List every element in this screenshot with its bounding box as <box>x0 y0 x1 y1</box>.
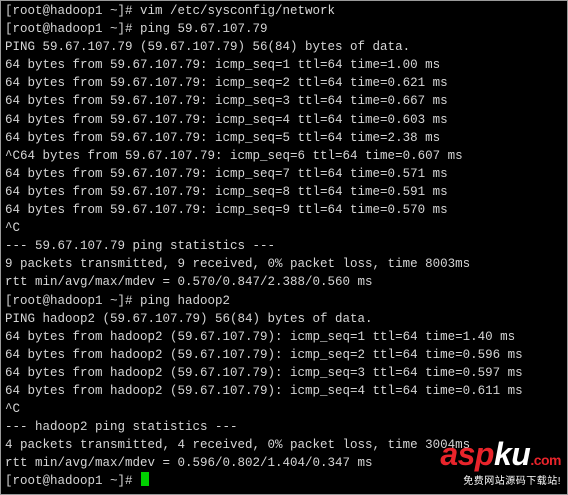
terminal-output: [root@hadoop1 ~]# vim /etc/sysconfig/net… <box>5 2 567 491</box>
terminal-line: 64 bytes from 59.67.107.79: icmp_seq=7 t… <box>5 166 448 181</box>
terminal-line: PING hadoop2 (59.67.107.79) 56(84) bytes… <box>5 311 373 326</box>
terminal-line: ^C64 bytes from 59.67.107.79: icmp_seq=6… <box>5 148 463 163</box>
terminal-line: 64 bytes from hadoop2 (59.67.107.79): ic… <box>5 347 523 362</box>
terminal-line: 64 bytes from hadoop2 (59.67.107.79): ic… <box>5 383 523 398</box>
terminal-line: rtt min/avg/max/mdev = 0.570/0.847/2.388… <box>5 275 373 290</box>
terminal-line: PING 59.67.107.79 (59.67.107.79) 56(84) … <box>5 40 411 55</box>
terminal-line: 9 packets transmitted, 9 received, 0% pa… <box>5 257 471 272</box>
watermark-logo: aspku.com <box>440 436 561 472</box>
terminal-line: 64 bytes from hadoop2 (59.67.107.79): ic… <box>5 329 516 344</box>
watermark: aspku.com 免费网站源码下载站! <box>440 438 561 488</box>
terminal-line: [root@hadoop1 ~]# ping hadoop2 <box>5 293 231 308</box>
terminal-line: ^C <box>5 221 21 236</box>
terminal-line: 64 bytes from hadoop2 (59.67.107.79): ic… <box>5 365 523 380</box>
terminal-line: 64 bytes from 59.67.107.79: icmp_seq=9 t… <box>5 203 448 218</box>
terminal-line: --- 59.67.107.79 ping statistics --- <box>5 239 276 254</box>
terminal-window[interactable]: [root@hadoop1 ~]# vim /etc/sysconfig/net… <box>0 0 568 495</box>
terminal-cursor <box>141 472 150 487</box>
terminal-line: [root@hadoop1 ~]# ping 59.67.107.79 <box>5 22 268 37</box>
terminal-line: 64 bytes from 59.67.107.79: icmp_seq=4 t… <box>5 112 448 127</box>
terminal-prompt: [root@hadoop1 ~]# <box>5 474 141 489</box>
terminal-line: 64 bytes from 59.67.107.79: icmp_seq=8 t… <box>5 184 448 199</box>
watermark-tagline: 免费网站源码下载站! <box>463 476 561 487</box>
terminal-line: [root@hadoop1 ~]# vim /etc/sysconfig/net… <box>5 4 336 18</box>
terminal-line: ^C <box>5 402 21 417</box>
terminal-line: 64 bytes from 59.67.107.79: icmp_seq=5 t… <box>5 130 441 145</box>
terminal-line: 64 bytes from 59.67.107.79: icmp_seq=2 t… <box>5 76 448 91</box>
terminal-line: --- hadoop2 ping statistics --- <box>5 420 238 435</box>
terminal-line: 64 bytes from 59.67.107.79: icmp_seq=3 t… <box>5 94 448 109</box>
terminal-line: 64 bytes from 59.67.107.79: icmp_seq=1 t… <box>5 58 441 73</box>
